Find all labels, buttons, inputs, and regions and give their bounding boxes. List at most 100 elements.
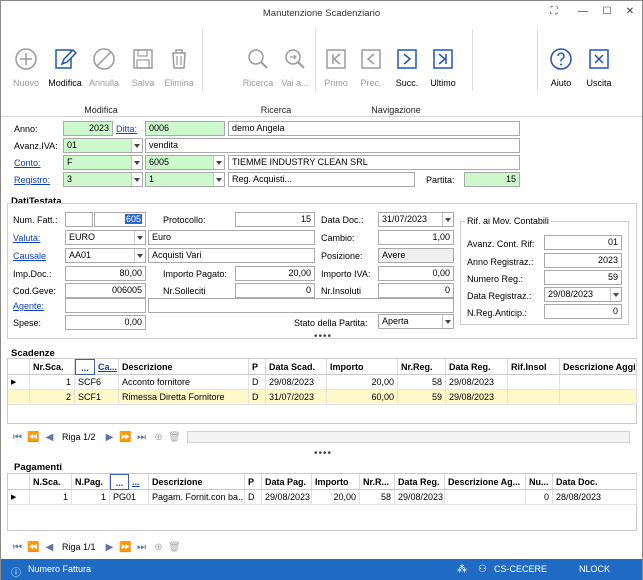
rif-avanz-field[interactable]: 01 xyxy=(544,235,622,250)
chevron-down-icon[interactable] xyxy=(213,173,224,186)
nav-add-icon[interactable]: ⊕ xyxy=(152,431,165,444)
table-cell[interactable]: 20,00 xyxy=(312,490,360,505)
col-lookup-button[interactable]: ... xyxy=(110,474,129,490)
table-cell[interactable]: 1 xyxy=(72,490,110,505)
rif-anno-field[interactable]: 2023 xyxy=(544,253,622,268)
valuta-field[interactable]: EURO xyxy=(65,230,146,245)
conto-link[interactable]: Conto: xyxy=(14,158,41,168)
chevron-down-icon[interactable] xyxy=(134,231,145,244)
table-cell[interactable]: Acconto fornitore xyxy=(119,375,249,390)
col-nr-reg[interactable]: Nr.R... xyxy=(360,474,395,490)
nr-solleciti-field[interactable]: 0 xyxy=(235,283,315,298)
table-cell[interactable] xyxy=(560,390,637,405)
table-cell[interactable]: 29/08/2023 xyxy=(446,375,508,390)
nav-delete-icon[interactable]: 🗑 xyxy=(168,541,181,554)
table-cell[interactable]: SCF1 xyxy=(75,390,119,405)
cod-geve-field[interactable]: 006005 xyxy=(65,283,146,298)
close-button[interactable]: ✕ xyxy=(622,5,638,19)
table-cell[interactable]: 1 xyxy=(30,375,75,390)
col-nr-reg[interactable]: Nr.Reg. xyxy=(398,359,446,375)
table-cell[interactable]: 59 xyxy=(398,390,446,405)
table-cell[interactable] xyxy=(508,390,560,405)
table-cell[interactable]: 28/08/2023 xyxy=(553,490,637,505)
table-cell[interactable]: 20,00 xyxy=(327,375,398,390)
ditta-link[interactable]: Ditta: xyxy=(116,124,137,134)
chevron-down-icon[interactable] xyxy=(442,213,453,226)
chevron-down-icon[interactable] xyxy=(610,288,621,301)
stato-field[interactable]: Aperta xyxy=(378,314,454,329)
chevron-down-icon[interactable] xyxy=(442,315,453,328)
table-cell[interactable]: 29/08/2023 xyxy=(446,390,508,405)
rif-anticip-field[interactable]: 0 xyxy=(544,304,622,319)
agente-code-field[interactable] xyxy=(65,298,146,313)
table-cell[interactable]: 2 xyxy=(30,390,75,405)
nav-next-icon[interactable]: ▶ xyxy=(103,541,116,554)
ditta-code-field[interactable]: 0006 xyxy=(145,121,225,136)
chevron-down-icon[interactable] xyxy=(134,249,145,262)
data-doc-field[interactable]: 31/07/2023 xyxy=(378,212,454,227)
agente-link[interactable]: Agente: xyxy=(13,301,44,311)
cambio-field[interactable]: 1,00 xyxy=(378,230,454,245)
col-lookup-button[interactable]: ... xyxy=(75,359,95,375)
col-descrizione[interactable]: Descrizione xyxy=(119,359,249,375)
table-cell[interactable]: Rimessa Diretta Fornitore xyxy=(119,390,249,405)
nav-prev-page-icon[interactable]: ⏪ xyxy=(27,431,40,444)
table-cell[interactable]: D xyxy=(245,490,262,505)
goto-button[interactable]: Vai a... xyxy=(275,25,315,97)
nav-first-icon[interactable]: ⏮ xyxy=(11,431,24,444)
minimize-button[interactable]: — xyxy=(575,5,591,19)
col-rif-insol[interactable]: Rif.Insol xyxy=(508,359,560,375)
table-cell[interactable]: 29/08/2023 xyxy=(266,375,327,390)
table-cell[interactable] xyxy=(560,375,637,390)
spese-field[interactable]: 0,00 xyxy=(65,315,146,330)
nav-delete-icon[interactable]: 🗑 xyxy=(168,431,181,444)
col-p[interactable]: P xyxy=(245,474,262,490)
importo-iva-field[interactable]: 0,00 xyxy=(378,266,454,281)
last-button[interactable]: Ultimo xyxy=(423,25,463,97)
table-cell[interactable]: 1 xyxy=(30,490,72,505)
rif-numero-field[interactable]: 59 xyxy=(544,270,622,285)
col-code[interactable]: ... xyxy=(129,474,149,490)
table-cell[interactable]: SCF6 xyxy=(75,375,119,390)
causale-link[interactable]: Causale xyxy=(13,251,46,261)
col-data-reg[interactable]: Data Reg. xyxy=(446,359,508,375)
col-data-pag[interactable]: Data Pag. xyxy=(262,474,312,490)
col-nr-sca[interactable]: Nr.Sca. xyxy=(30,359,75,375)
col-n-sca[interactable]: N.Sca. xyxy=(30,474,72,490)
col-importo[interactable]: Importo xyxy=(312,474,360,490)
table-cell[interactable]: 60,00 xyxy=(327,390,398,405)
table-cell[interactable] xyxy=(445,490,526,505)
exit-button[interactable]: Uscita xyxy=(579,25,619,97)
nav-prev-page-icon[interactable]: ⏪ xyxy=(27,541,40,554)
table-cell[interactable]: D xyxy=(249,375,266,390)
nav-prev-icon[interactable]: ◀ xyxy=(43,431,56,444)
col-p[interactable]: P xyxy=(249,359,266,375)
table-cell[interactable] xyxy=(508,375,560,390)
chevron-down-icon[interactable] xyxy=(131,173,142,186)
chevron-down-icon[interactable] xyxy=(131,156,142,169)
conto-type-field[interactable]: F xyxy=(63,155,143,170)
col-desc-aggiuntiva[interactable]: Descrizione Aggiu xyxy=(560,359,637,375)
horizontal-scrollbar[interactable] xyxy=(187,431,630,443)
nav-next-icon[interactable]: ▶ xyxy=(103,431,116,444)
fullscreen-icon[interactable]: ⛶ xyxy=(546,5,562,19)
splitter-handle[interactable]: •••• xyxy=(314,448,332,459)
imp-doc-field[interactable]: 80,00 xyxy=(65,266,146,281)
protocollo-field[interactable]: 15 xyxy=(235,212,315,227)
table-cell[interactable]: 29/08/2023 xyxy=(262,490,312,505)
num-fatt-field[interactable]: 605 xyxy=(94,212,146,227)
nav-next-page-icon[interactable]: ⏩ xyxy=(119,431,132,444)
nav-add-icon[interactable]: ⊕ xyxy=(152,541,165,554)
nav-next-page-icon[interactable]: ⏩ xyxy=(119,541,132,554)
nav-last-icon[interactable]: ⏭ xyxy=(135,431,148,444)
valuta-link[interactable]: Valuta: xyxy=(13,233,40,243)
table-cell[interactable]: 58 xyxy=(360,490,395,505)
table-cell[interactable]: 58 xyxy=(398,375,446,390)
col-data-reg[interactable]: Data Reg. xyxy=(395,474,445,490)
importo-pagato-field[interactable]: 20,00 xyxy=(235,266,315,281)
registro-code-field[interactable]: 3 xyxy=(63,172,143,187)
col-importo[interactable]: Importo xyxy=(327,359,398,375)
col-data-scad[interactable]: Data Scad. xyxy=(266,359,327,375)
col-descrizione[interactable]: Descrizione xyxy=(149,474,245,490)
maximize-button[interactable]: ☐ xyxy=(599,5,615,19)
